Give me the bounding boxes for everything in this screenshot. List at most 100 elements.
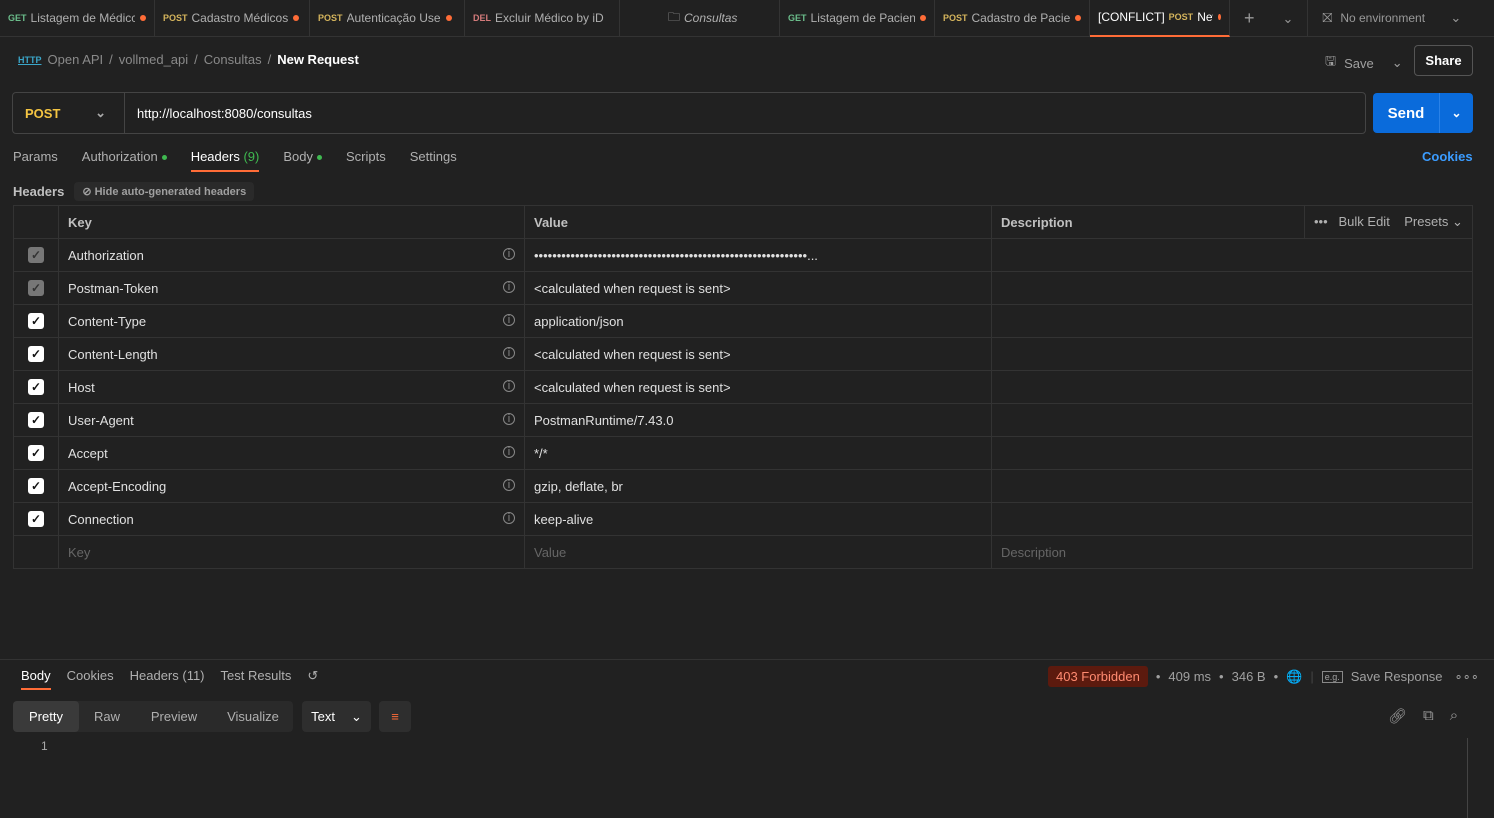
url-input[interactable]: http://localhost:8080/consultas: [125, 106, 312, 121]
scrollbar[interactable]: [1467, 738, 1468, 818]
breadcrumb-item[interactable]: Consultas: [204, 52, 262, 67]
history-icon[interactable]: ↺: [307, 668, 318, 690]
header-description[interactable]: [991, 469, 1473, 503]
tabs-dropdown-icon[interactable]: ⌄: [1269, 0, 1309, 37]
save-button[interactable]: Save: [1344, 56, 1374, 71]
info-icon[interactable]: i: [503, 511, 515, 524]
row-checkbox[interactable]: ✓: [28, 379, 44, 395]
send-button[interactable]: Send: [1373, 93, 1440, 133]
row-checkbox[interactable]: ✓: [28, 412, 44, 428]
share-button[interactable]: Share: [1414, 45, 1473, 76]
request-tab[interactable]: [CONFLICT]POSTNew R: [1090, 0, 1230, 37]
tab-headers[interactable]: Headers (9): [190, 149, 260, 172]
header-key[interactable]: Host: [68, 380, 95, 395]
header-value[interactable]: PostmanRuntime/7.43.0: [524, 403, 992, 437]
send-dropdown-icon[interactable]: ⌄: [1440, 93, 1473, 133]
header-value[interactable]: keep-alive: [524, 502, 992, 536]
format-select[interactable]: Text ⌄: [302, 701, 371, 732]
row-checkbox[interactable]: ✓: [28, 445, 44, 461]
request-name[interactable]: New Request: [277, 52, 359, 67]
request-tab[interactable]: POST Cadastro de Pacier: [935, 0, 1090, 37]
more-icon[interactable]: •••: [1314, 214, 1328, 229]
header-value[interactable]: gzip, deflate, br: [524, 469, 992, 503]
header-description[interactable]: [991, 403, 1473, 437]
presets-dropdown[interactable]: Presets: [1404, 214, 1448, 229]
response-tab-headers[interactable]: Headers (11): [130, 668, 205, 690]
response-time[interactable]: 409 ms: [1168, 669, 1211, 684]
info-icon[interactable]: i: [503, 412, 515, 425]
header-key[interactable]: Content-Length: [68, 347, 158, 362]
header-description[interactable]: [991, 337, 1473, 371]
header-value[interactable]: <calculated when request is sent>: [524, 370, 992, 404]
new-description-input[interactable]: Description: [991, 535, 1473, 569]
tab-body[interactable]: Body: [283, 149, 322, 172]
header-value[interactable]: ••••••••••••••••••••••••••••••••••••••••…: [524, 238, 992, 272]
header-value[interactable]: */*: [524, 436, 992, 470]
search-icon[interactable]: ⌕: [1450, 707, 1458, 725]
new-key-input[interactable]: Key: [58, 535, 525, 569]
request-tab[interactable]: 🗀 Consultas: [620, 0, 780, 37]
header-value[interactable]: <calculated when request is sent>: [524, 271, 992, 305]
header-description[interactable]: [991, 436, 1473, 470]
tab-settings[interactable]: Settings: [410, 149, 457, 172]
hide-auto-headers-button[interactable]: ⊘ Hide auto-generated headers: [74, 182, 255, 201]
header-description[interactable]: [991, 370, 1473, 404]
new-value-input[interactable]: Value: [524, 535, 992, 569]
header-key[interactable]: Postman-Token: [68, 281, 158, 296]
header-key[interactable]: Accept: [68, 446, 108, 461]
header-description[interactable]: [991, 502, 1473, 536]
view-raw[interactable]: Raw: [79, 701, 135, 732]
view-pretty[interactable]: Pretty: [13, 701, 79, 732]
request-tab[interactable]: DEL Excluir Médico by iD: [465, 0, 620, 37]
save-dropdown-icon[interactable]: ⌄: [1392, 55, 1403, 71]
request-tab[interactable]: POST Cadastro Médicos: [155, 0, 310, 37]
info-icon[interactable]: i: [503, 247, 515, 260]
info-icon[interactable]: i: [503, 313, 515, 326]
row-checkbox[interactable]: ✓: [28, 313, 44, 329]
header-description[interactable]: [991, 271, 1473, 305]
info-icon[interactable]: i: [503, 379, 515, 392]
tab-authorization[interactable]: Authorization: [82, 149, 167, 172]
response-tab-cookies[interactable]: Cookies: [67, 668, 114, 690]
globe-icon[interactable]: 🌐: [1286, 669, 1302, 685]
chevron-down-icon[interactable]: ⌄: [1450, 10, 1461, 26]
status-badge[interactable]: 403 Forbidden: [1048, 666, 1148, 687]
header-key[interactable]: User-Agent: [68, 413, 134, 428]
environment-select[interactable]: No environment: [1340, 11, 1450, 25]
cookies-link[interactable]: Cookies: [1422, 149, 1473, 164]
response-size[interactable]: 346 B: [1232, 669, 1266, 684]
header-key[interactable]: Connection: [68, 512, 134, 527]
view-preview[interactable]: Preview: [135, 701, 213, 732]
request-tab[interactable]: POST Autenticação Use: [310, 0, 465, 37]
row-checkbox[interactable]: ✓: [28, 247, 44, 263]
row-checkbox[interactable]: ✓: [28, 280, 44, 296]
breadcrumb-item[interactable]: vollmed_api: [119, 52, 188, 67]
header-description[interactable]: [991, 238, 1473, 272]
header-key[interactable]: Accept-Encoding: [68, 479, 166, 494]
info-icon[interactable]: i: [503, 280, 515, 293]
response-tab-test-results[interactable]: Test Results: [221, 668, 292, 690]
info-icon[interactable]: i: [503, 346, 515, 359]
info-icon[interactable]: i: [503, 478, 515, 491]
new-tab-icon[interactable]: +: [1230, 8, 1269, 29]
save-response-button[interactable]: Save Response: [1351, 669, 1443, 684]
method-select[interactable]: POST ⌄: [13, 93, 125, 133]
bulk-edit-button[interactable]: Bulk Edit: [1339, 214, 1390, 229]
row-checkbox[interactable]: ✓: [28, 478, 44, 494]
more-options-icon[interactable]: ∘∘∘: [1455, 669, 1479, 685]
header-key[interactable]: Authorization: [68, 248, 144, 263]
tab-scripts[interactable]: Scripts: [346, 149, 386, 172]
wrap-lines-icon[interactable]: ≡: [379, 701, 411, 732]
tab-params[interactable]: Params: [13, 149, 58, 172]
request-tab[interactable]: GET Listagem de Médicc: [0, 0, 155, 37]
link-icon[interactable]: 🔗︎: [1388, 707, 1407, 725]
header-description[interactable]: [991, 304, 1473, 338]
row-checkbox[interactable]: ✓: [28, 511, 44, 527]
request-tab[interactable]: GET Listagem de Pacient: [780, 0, 935, 37]
view-visualize[interactable]: Visualize: [213, 701, 293, 732]
copy-icon[interactable]: ⧉: [1423, 707, 1434, 725]
header-value[interactable]: <calculated when request is sent>: [524, 337, 992, 371]
header-value[interactable]: application/json: [524, 304, 992, 338]
row-checkbox[interactable]: ✓: [28, 346, 44, 362]
response-tab-body[interactable]: Body: [21, 668, 51, 690]
